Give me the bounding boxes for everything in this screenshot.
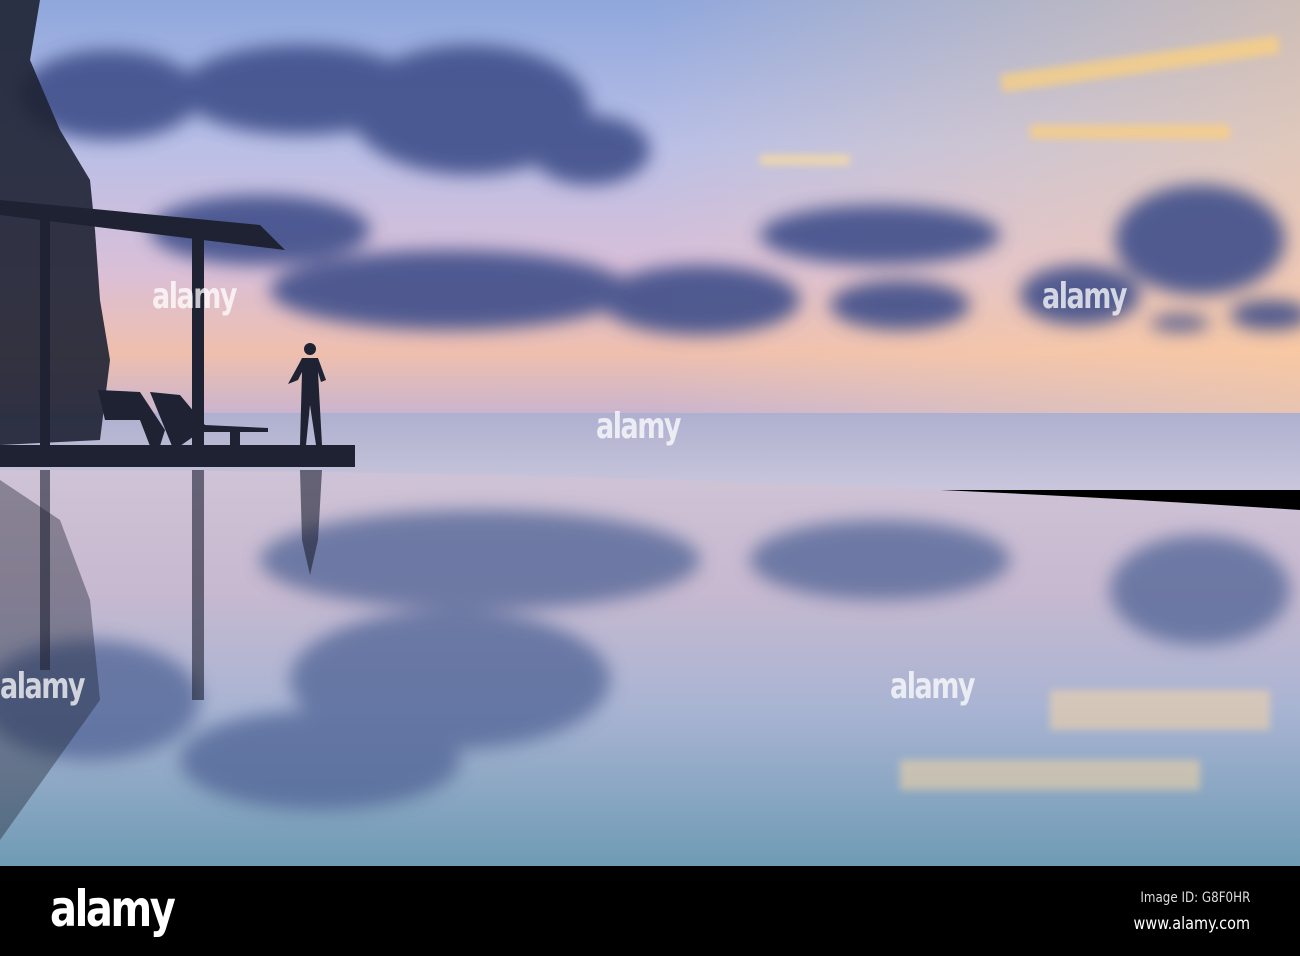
footer-bar: alamy Image ID: G8F0HR www.alamy.com [0, 866, 1300, 956]
website-link: www.alamy.com [1133, 914, 1250, 934]
pergola-post [40, 220, 50, 445]
post-reflection [192, 470, 204, 700]
watermark: alamy [596, 406, 681, 447]
image-id: Image ID: G8F0HR [1140, 890, 1250, 906]
person-head [304, 343, 316, 355]
alamy-logo: alamy [50, 880, 176, 938]
watermark: alamy [890, 666, 975, 707]
watermark: alamy [0, 666, 85, 707]
watermark: alamy [152, 276, 237, 317]
watermark: alamy [1042, 276, 1127, 317]
pool-deck [0, 445, 355, 467]
